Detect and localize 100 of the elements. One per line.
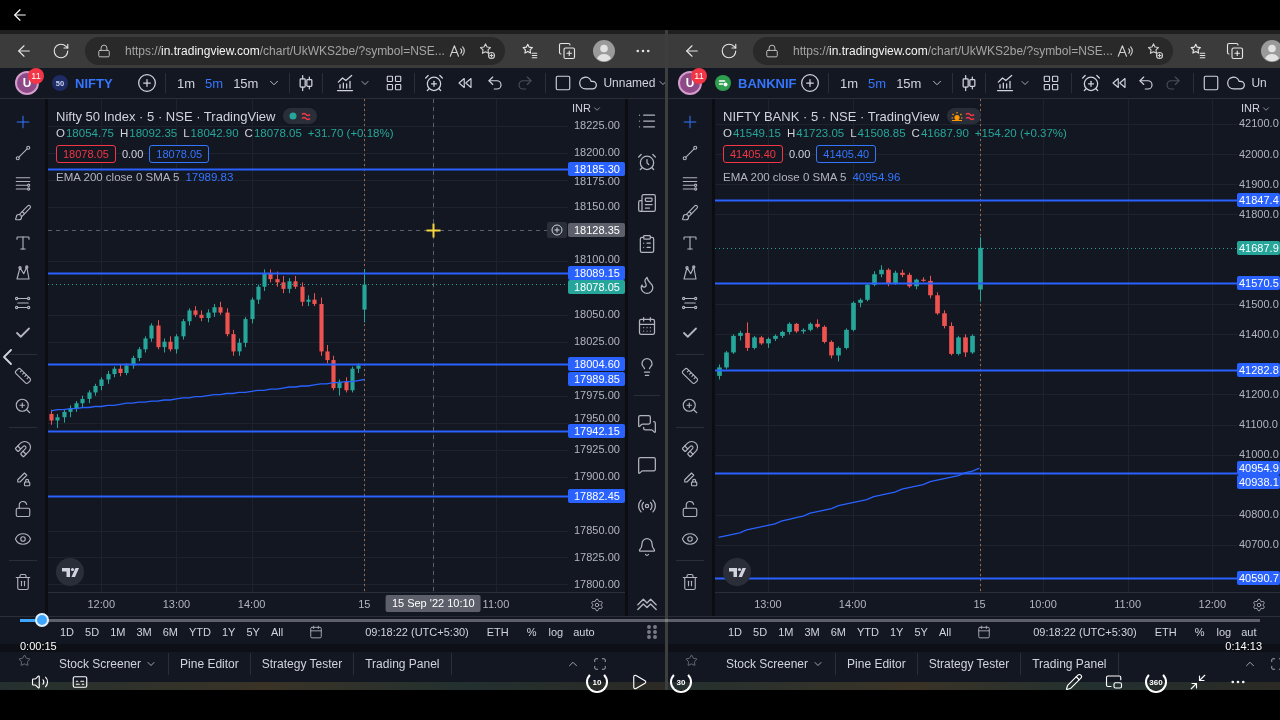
layout-name[interactable]: Unnamed xyxy=(603,76,656,90)
range-button[interactable]: 1M xyxy=(778,626,794,639)
undo-icon[interactable] xyxy=(1137,74,1156,92)
alert-icon[interactable] xyxy=(424,73,445,93)
lines-dots-icon[interactable] xyxy=(681,294,699,312)
text-tool-icon[interactable] xyxy=(681,234,699,252)
indicators-icon[interactable] xyxy=(335,73,356,93)
add-symbol-icon[interactable] xyxy=(800,73,820,93)
range-button[interactable]: 1Y xyxy=(221,626,236,639)
panel-tab[interactable]: Pine Editor xyxy=(836,653,918,675)
collections-icon[interactable] xyxy=(1226,42,1244,60)
browser-back-icon[interactable] xyxy=(683,42,701,60)
captions-icon[interactable] xyxy=(71,673,89,691)
option-button[interactable]: log xyxy=(548,626,564,639)
newspaper-icon[interactable] xyxy=(636,193,657,213)
back-icon[interactable] xyxy=(11,6,29,24)
nodes-tool-icon[interactable] xyxy=(681,264,699,282)
range-button[interactable]: 6M xyxy=(830,626,846,639)
read-aloud-icon[interactable] xyxy=(448,42,466,60)
sell-price-button[interactable]: 41405.40 xyxy=(723,145,783,163)
option-button[interactable]: % xyxy=(526,626,537,639)
eye-icon[interactable] xyxy=(681,530,699,548)
range-button[interactable]: 6M xyxy=(162,626,178,639)
lines-dots-icon[interactable] xyxy=(13,294,32,312)
collections-icon[interactable] xyxy=(558,42,576,60)
zoom-in-icon[interactable] xyxy=(13,397,32,415)
play-icon[interactable] xyxy=(630,673,648,691)
range-button[interactable]: 3M xyxy=(136,626,152,639)
profile-avatar-icon[interactable] xyxy=(1261,40,1280,62)
panel-tab[interactable]: Stock Screener xyxy=(48,653,170,675)
range-button[interactable]: 5Y xyxy=(914,626,928,639)
undo-icon[interactable] xyxy=(486,74,505,92)
nodes-tool-icon[interactable] xyxy=(13,264,32,282)
range-button[interactable]: 1D xyxy=(60,626,75,639)
reload-icon[interactable] xyxy=(52,42,70,60)
add-symbol-icon[interactable] xyxy=(137,73,157,93)
settings-icon[interactable] xyxy=(589,597,604,612)
trash-icon[interactable] xyxy=(681,573,699,591)
sell-price-button[interactable]: 18078.05 xyxy=(56,145,116,163)
buy-price-button[interactable]: 18078.05 xyxy=(149,145,210,163)
option-button[interactable]: ETH xyxy=(486,626,509,639)
alert-icon[interactable] xyxy=(1081,73,1102,93)
lines-tool-icon[interactable] xyxy=(681,174,699,192)
trend-line-icon[interactable] xyxy=(681,144,699,162)
profile-avatar-icon[interactable] xyxy=(593,40,615,62)
eye-icon[interactable] xyxy=(13,530,32,548)
range-button[interactable]: YTD xyxy=(856,626,879,639)
panel-tab[interactable]: Trading Panel xyxy=(354,653,452,675)
trash-icon[interactable] xyxy=(13,573,32,591)
favorites-icon[interactable] xyxy=(1189,42,1207,60)
range-button[interactable]: 1D xyxy=(728,626,743,639)
range-button[interactable]: 5Y xyxy=(246,626,260,639)
chevron-left-icon[interactable] xyxy=(3,349,12,365)
collapse-icon[interactable] xyxy=(1189,673,1207,691)
interval-tab[interactable]: 5m xyxy=(200,75,229,91)
pencil-lock-icon[interactable] xyxy=(681,470,699,488)
zoom-in-icon[interactable] xyxy=(681,397,699,415)
lock-icon[interactable] xyxy=(681,500,699,518)
range-button[interactable]: YTD xyxy=(188,626,211,639)
read-aloud-icon[interactable] xyxy=(1116,42,1134,60)
ruler-icon[interactable] xyxy=(681,367,699,385)
panel-tab[interactable]: Pine Editor xyxy=(169,653,251,675)
lock-icon[interactable] xyxy=(13,500,32,518)
panel-tab[interactable]: Strategy Tester xyxy=(250,653,355,675)
text-tool-icon[interactable] xyxy=(13,234,32,252)
reload-icon[interactable] xyxy=(720,42,738,60)
currency-label[interactable]: INR xyxy=(572,102,591,115)
settings-icon[interactable] xyxy=(1251,597,1266,612)
alarm-clock-icon[interactable] xyxy=(636,152,657,172)
square-icon[interactable] xyxy=(1202,74,1221,92)
range-button[interactable]: 5D xyxy=(753,626,768,639)
calendar-icon[interactable] xyxy=(977,625,992,639)
currency-label[interactable]: INR xyxy=(1241,102,1260,115)
trend-line-icon[interactable] xyxy=(13,144,32,162)
browser-back-icon[interactable] xyxy=(15,42,33,60)
lines-tool-icon[interactable] xyxy=(13,174,32,192)
range-button[interactable]: 5D xyxy=(85,626,100,639)
calendar-grid-icon[interactable] xyxy=(636,316,657,336)
chat-bubble-icon[interactable] xyxy=(636,455,657,475)
volume-icon[interactable] xyxy=(31,673,49,691)
indicators-icon[interactable] xyxy=(995,73,1016,93)
add-favorite-icon[interactable] xyxy=(478,42,496,60)
range-button[interactable]: 3M xyxy=(804,626,820,639)
symbol-name[interactable]: BANKNIF xyxy=(738,75,798,91)
symbol-name[interactable]: NIFTY xyxy=(75,75,135,91)
range-button[interactable]: All xyxy=(270,626,284,639)
progress-track[interactable] xyxy=(20,619,1260,622)
buy-price-button[interactable]: 41405.40 xyxy=(816,145,877,163)
ruler-icon[interactable] xyxy=(13,367,32,385)
add-favorite-icon[interactable] xyxy=(1146,42,1164,60)
expand-icon[interactable] xyxy=(593,657,607,671)
layout-name[interactable]: Un xyxy=(1251,76,1267,90)
expand-icon[interactable] xyxy=(1270,657,1280,671)
option-button[interactable]: auto xyxy=(573,626,595,639)
pencil-icon[interactable] xyxy=(1065,673,1083,691)
address-bar[interactable]: https://in.tradingview.com/chart/UkWKS2be/?symbol=NSE... xyxy=(753,37,1173,65)
panel-tab[interactable]: Strategy Tester xyxy=(917,653,1022,675)
brush-icon[interactable] xyxy=(681,204,699,222)
interval-tab[interactable]: 15m xyxy=(891,75,927,91)
star-icon[interactable] xyxy=(17,654,31,667)
